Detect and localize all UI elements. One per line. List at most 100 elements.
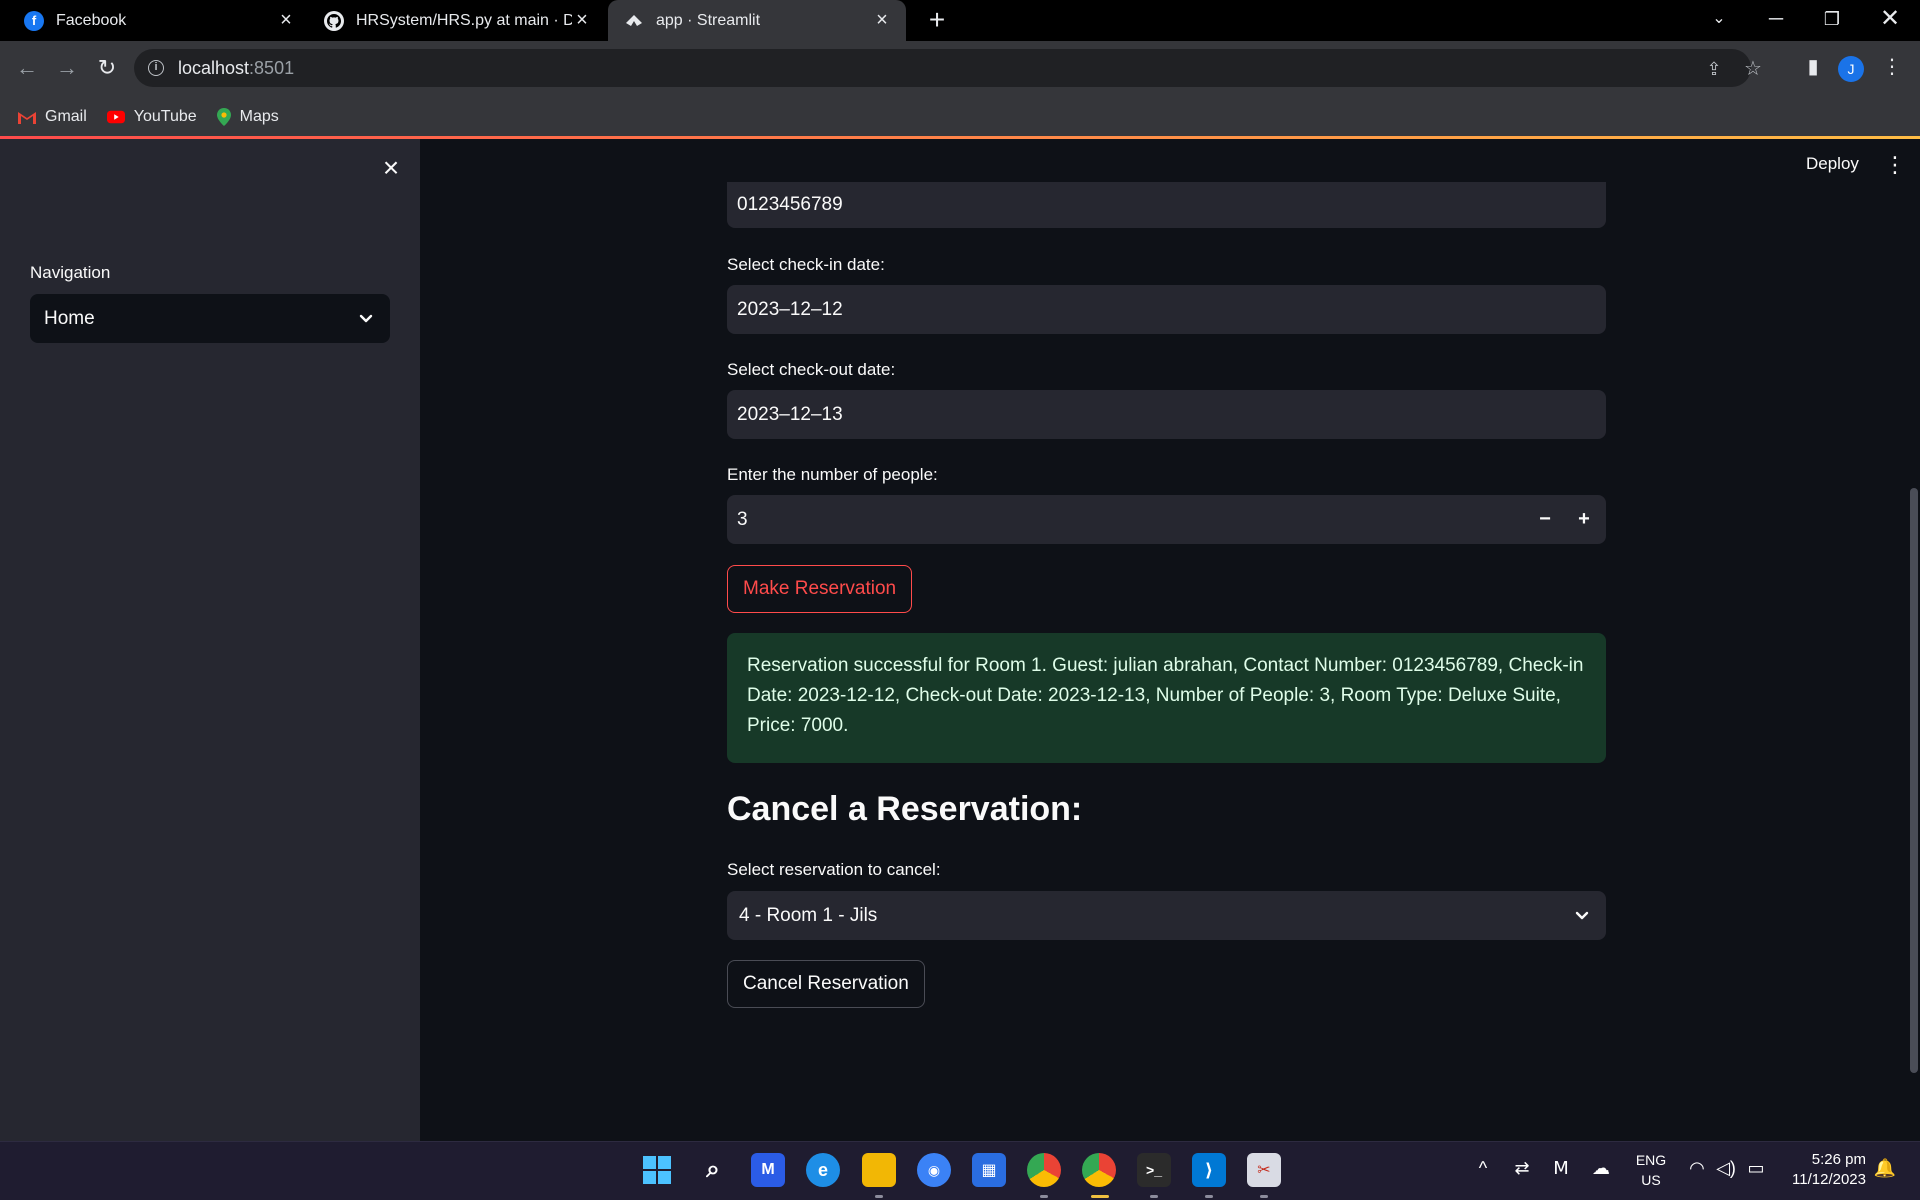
- maps-icon: [216, 108, 231, 126]
- tab-label: Facebook: [56, 11, 127, 29]
- browser-toolbar: ← → ↻ i localhost:8501 ⇪ ☆ ▮ J ⋮: [0, 41, 1920, 98]
- cancel-reservation-select[interactable]: 4 - Room 1 - Jils: [727, 891, 1606, 940]
- streamlit-icon: [624, 11, 644, 31]
- system-clock[interactable]: 5:26 pm 11/12/2023: [1780, 1150, 1866, 1190]
- close-icon[interactable]: ×: [872, 9, 892, 32]
- browser-tab-bar: f Facebook × HRSystem/HRS.py at main · D…: [0, 0, 1920, 41]
- microsoft-store-icon[interactable]: ▦: [972, 1153, 1006, 1187]
- share-icon[interactable]: ⇪: [1703, 58, 1725, 80]
- teams-icon[interactable]: M: [751, 1153, 785, 1187]
- edge-icon[interactable]: e: [806, 1153, 840, 1187]
- vscode-icon[interactable]: ⟩: [1192, 1153, 1226, 1187]
- settings-tray-icon[interactable]: ⇄: [1509, 1158, 1535, 1179]
- cancel-reservation-button[interactable]: Cancel Reservation: [727, 960, 925, 1008]
- active-indicator: [1091, 1195, 1109, 1198]
- forward-arrow-icon[interactable]: →: [50, 51, 84, 85]
- region-code: US: [1641, 1172, 1661, 1188]
- address-bar[interactable]: i localhost:8501 ⇪ ☆: [134, 49, 1762, 87]
- tab-label: app · Streamlit: [656, 11, 761, 29]
- show-hidden-icons-chevron[interactable]: ^: [1470, 1158, 1496, 1179]
- bookmark-star-icon[interactable]: ☆: [1742, 58, 1764, 80]
- chevron-down-icon: [359, 314, 373, 322]
- deploy-button[interactable]: Deploy: [1806, 154, 1859, 174]
- bookmark-maps[interactable]: Maps: [216, 108, 279, 126]
- checkin-date-value: 2023–12–12: [737, 298, 843, 320]
- cancel-select-label: Select reservation to cancel:: [727, 860, 941, 879]
- bookmark-label: Maps: [239, 108, 279, 125]
- tab-label: HRSystem/HRS.py at main · Dext: [356, 11, 572, 29]
- bookmark-label: Gmail: [45, 108, 87, 125]
- restore-button[interactable]: ❐: [1804, 0, 1860, 41]
- volume-icon[interactable]: ◁): [1713, 1158, 1739, 1179]
- bookmark-gmail[interactable]: Gmail: [18, 108, 87, 126]
- people-label: Enter the number of people:: [727, 465, 938, 484]
- wifi-icon[interactable]: ◠: [1684, 1158, 1710, 1179]
- make-reservation-button[interactable]: Make Reservation: [727, 565, 913, 613]
- tab-facebook[interactable]: f Facebook ×: [0, 0, 310, 41]
- bookmark-youtube[interactable]: YouTube: [106, 108, 197, 126]
- sidebar-close-icon[interactable]: ×: [378, 154, 404, 182]
- navigation-selected-value: Home: [44, 307, 95, 329]
- success-message: Reservation successful for Room 1. Guest…: [747, 655, 1584, 736]
- checkin-label: Select check-in date:: [727, 255, 885, 274]
- chevron-down-icon: [1575, 911, 1589, 919]
- clock-date: 11/12/2023: [1792, 1171, 1866, 1188]
- checkout-date-value: 2023–12–13: [737, 403, 843, 425]
- url-host: localhost: [178, 57, 250, 78]
- bookmarks-bar: Gmail YouTube Maps: [0, 98, 1920, 136]
- running-indicator: [1205, 1195, 1213, 1198]
- chrome-menu-icon[interactable]: ⋮: [1877, 54, 1907, 79]
- running-indicator: [1150, 1195, 1158, 1198]
- success-alert: Reservation successful for Room 1. Guest…: [727, 633, 1606, 763]
- file-explorer-icon[interactable]: [862, 1153, 896, 1187]
- battery-icon[interactable]: ▭: [1743, 1158, 1769, 1179]
- chrome-profile-icon[interactable]: [1082, 1153, 1116, 1187]
- app-tray-icon[interactable]: Ⅿ: [1548, 1158, 1574, 1179]
- increment-button[interactable]: +: [1565, 495, 1603, 544]
- close-icon[interactable]: ×: [572, 9, 592, 32]
- chat-icon[interactable]: ◉: [917, 1153, 951, 1187]
- gmail-icon: [18, 112, 36, 124]
- contact-number-input[interactable]: 0123456789: [727, 182, 1606, 228]
- chrome-icon[interactable]: [1027, 1153, 1061, 1187]
- side-panel-icon[interactable]: ▮: [1798, 54, 1828, 79]
- navigation-label: Navigation: [30, 263, 111, 282]
- checkout-label: Select check-out date:: [727, 360, 896, 379]
- decrement-button[interactable]: −: [1526, 495, 1564, 544]
- profile-avatar[interactable]: J: [1838, 56, 1864, 82]
- tab-streamlit[interactable]: app · Streamlit ×: [608, 0, 906, 41]
- window-close-button[interactable]: ✕: [1862, 0, 1918, 41]
- windows-start-icon[interactable]: [640, 1153, 674, 1187]
- tab-github[interactable]: HRSystem/HRS.py at main · Dext ×: [310, 0, 606, 41]
- url-port: :8501: [249, 57, 295, 78]
- youtube-icon: [106, 110, 125, 124]
- new-tab-button[interactable]: +: [922, 5, 952, 35]
- people-number-input[interactable]: 3 − +: [727, 495, 1606, 544]
- people-number-value: 3: [737, 508, 748, 530]
- windows-taskbar: ⌕ M e ◉ ▦ >_ ⟩ ✂ ^ ⇄ Ⅿ ☁ ENG US ◠ ◁) ▭ 5…: [0, 1141, 1920, 1200]
- tab-search-icon[interactable]: ⌄: [1691, 0, 1747, 41]
- navigation-select[interactable]: Home: [30, 294, 390, 343]
- reload-icon[interactable]: ↻: [90, 51, 124, 85]
- language-code: ENG: [1635, 1152, 1667, 1168]
- search-icon[interactable]: ⌕: [696, 1153, 730, 1187]
- checkout-date-input[interactable]: 2023–12–13: [727, 390, 1606, 439]
- close-icon[interactable]: ×: [276, 9, 296, 32]
- contact-number-value: 0123456789: [737, 194, 843, 215]
- snipping-tool-icon[interactable]: ✂: [1247, 1153, 1281, 1187]
- minimize-button[interactable]: ─: [1748, 0, 1804, 41]
- checkin-date-input[interactable]: 2023–12–12: [727, 285, 1606, 334]
- running-indicator: [1040, 1195, 1048, 1198]
- language-indicator[interactable]: ENG US: [1633, 1150, 1669, 1190]
- notification-bell-icon[interactable]: 🔔: [1872, 1158, 1898, 1179]
- main-menu-icon[interactable]: ⋮: [1884, 154, 1906, 176]
- cancel-heading: Cancel a Reservation:: [727, 790, 1083, 828]
- back-arrow-icon[interactable]: ←: [10, 51, 44, 85]
- onedrive-icon[interactable]: ☁: [1588, 1158, 1614, 1179]
- github-icon: [324, 10, 344, 31]
- cancel-selected-value: 4 - Room 1 - Jils: [739, 904, 878, 926]
- terminal-icon[interactable]: >_: [1137, 1153, 1171, 1187]
- site-info-icon[interactable]: i: [148, 60, 164, 76]
- main-scrollbar[interactable]: [1910, 488, 1918, 1073]
- sidebar: × Navigation Home: [0, 139, 420, 1141]
